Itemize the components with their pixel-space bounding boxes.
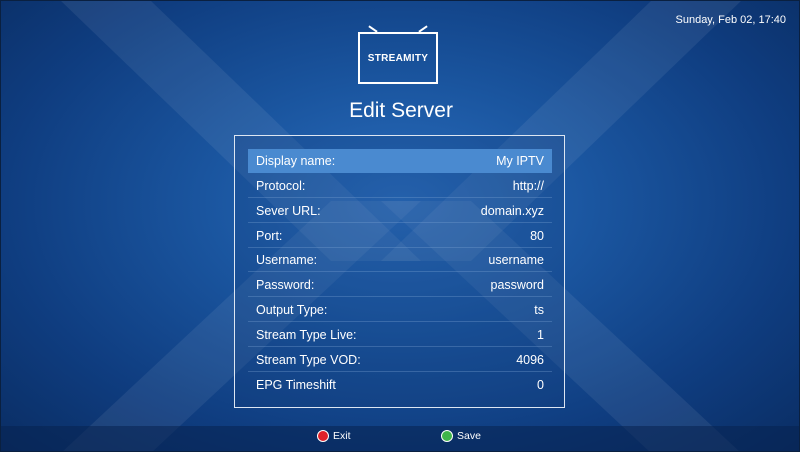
field-label: Sever URL: [256,203,321,218]
form-row-password[interactable]: Password: password [248,273,552,297]
field-label: Port: [256,228,283,243]
form-row-username[interactable]: Username: username [248,248,552,272]
exit-button[interactable]: Exit [317,430,351,442]
field-label: Display name: [256,154,336,168]
form-row-server-url[interactable]: Sever URL: domain.xyz [248,199,552,223]
field-label: Stream Type Live: [256,327,357,342]
field-value: domain.xyz [480,203,544,218]
form-row-port[interactable]: Port: 80 [248,224,552,248]
form-row-protocol[interactable]: Protocol: http:// [248,174,552,198]
field-value: ts [534,302,544,317]
app-screen: Sunday, Feb 02, 17:40 STREAMITY Edit Ser… [0,0,800,452]
form-row-epg-timeshift[interactable]: EPG Timeshift 0 [248,373,552,397]
save-label: Save [457,430,481,442]
exit-label: Exit [333,430,351,442]
field-label: Password: [256,277,315,292]
red-dot-icon [317,430,329,442]
footer-bar [1,426,799,451]
field-value: 80 [530,228,544,243]
field-value: 1 [537,327,544,342]
page-title: Edit Server [349,99,453,122]
form-row-output-type[interactable]: Output Type: ts [248,298,552,322]
field-label: Username: [256,252,318,267]
field-value: username [488,252,544,267]
field-value: 0 [537,378,544,392]
logo-text: STREAMITY [367,52,429,64]
field-value: My IPTV [496,154,544,168]
form-row-display-name[interactable]: Display name: My IPTV [248,149,552,173]
server-form-panel: Display name: My IPTV Protocol: http:// … [234,135,565,408]
form-row-stream-type-vod[interactable]: Stream Type VOD: 4096 [248,348,552,372]
save-button[interactable]: Save [441,430,481,442]
field-label: Output Type: [256,302,328,317]
field-label: Stream Type VOD: [256,352,361,367]
field-value: password [490,277,545,292]
form-row-stream-type-live[interactable]: Stream Type Live: 1 [248,323,552,347]
field-label: EPG Timeshift [256,378,336,392]
streamity-logo: STREAMITY [358,25,438,84]
field-label: Protocol: [256,178,306,193]
datetime-display: Sunday, Feb 02, 17:40 [675,14,787,26]
field-value: http:// [512,178,544,193]
green-dot-icon [441,430,453,442]
field-value: 4096 [516,352,544,367]
